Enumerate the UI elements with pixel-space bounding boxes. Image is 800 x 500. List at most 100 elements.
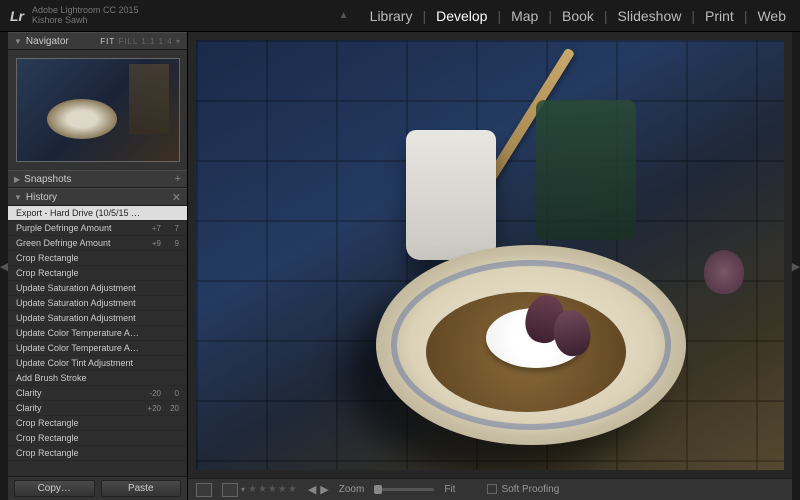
history-step[interactable]: Update Saturation Adjustment — [8, 296, 187, 311]
module-web[interactable]: Web — [753, 8, 790, 24]
module-print[interactable]: Print — [701, 8, 738, 24]
soft-proofing-toggle[interactable]: Soft Proofing — [487, 484, 559, 495]
history-step-name: Purple Defringe Amount — [16, 221, 143, 235]
history-step[interactable]: Purple Defringe Amount+77 — [8, 221, 187, 236]
navigator-header[interactable]: ▼ Navigator FIT FILL 1:1 1:4 ▾ — [8, 32, 187, 50]
history-step-old: +7 — [143, 221, 161, 235]
panel-buttons: Copy… Paste — [8, 476, 187, 500]
add-snapshot-icon[interactable]: + — [175, 173, 181, 185]
history-step[interactable]: Update Color Tint Adjustment — [8, 356, 187, 371]
history-step-new — [161, 311, 179, 325]
navigator-thumbnail[interactable] — [8, 50, 187, 170]
paste-button[interactable]: Paste — [101, 480, 182, 497]
copy-button[interactable]: Copy… — [14, 480, 95, 497]
history-step-old — [143, 431, 161, 445]
history-header[interactable]: ▼ History ✕ — [8, 188, 187, 206]
clear-history-icon[interactable]: ✕ — [172, 191, 181, 204]
history-step-old — [143, 281, 161, 295]
zoom-fit-label: Fit — [444, 484, 455, 495]
next-photo-icon[interactable]: ▶ — [320, 483, 328, 496]
main-area: ◀ ▼ Navigator FIT FILL 1:1 1:4 ▾ ▶ Snaps… — [0, 32, 800, 500]
history-step-name: Update Saturation Adjustment — [16, 296, 143, 310]
snapshots-header[interactable]: ▶ Snapshots + — [8, 170, 187, 188]
history-step-new — [161, 356, 179, 370]
history-step[interactable]: Green Defringe Amount+99 — [8, 236, 187, 251]
before-after-icon[interactable]: ▾ — [222, 483, 238, 497]
history-step-old: +20 — [143, 401, 161, 415]
history-step-new — [161, 431, 179, 445]
history-step[interactable]: Crop Rectangle — [8, 431, 187, 446]
history-step-name: Update Saturation Adjustment — [16, 311, 143, 325]
module-slideshow[interactable]: Slideshow — [614, 8, 686, 24]
history-step-old — [143, 326, 161, 340]
module-library[interactable]: Library — [366, 8, 417, 24]
history-step[interactable]: Clarity+2020 — [8, 401, 187, 416]
loupe-view-icon[interactable] — [196, 483, 212, 497]
right-rail-toggle[interactable]: ▶ — [792, 32, 800, 500]
history-step[interactable]: Crop Rectangle — [8, 266, 187, 281]
navigator-modes[interactable]: FIT FILL 1:1 1:4 ▾ — [100, 37, 181, 46]
history-step-new — [161, 371, 179, 385]
module-separator: | — [548, 8, 552, 24]
history-step-old — [143, 341, 161, 355]
history-step-new — [161, 341, 179, 355]
chevron-down-icon[interactable]: ▾ — [241, 485, 245, 494]
history-step[interactable]: Update Color Temperature Adjustment — [8, 341, 187, 356]
module-separator: | — [422, 8, 426, 24]
checkbox-icon[interactable] — [487, 484, 497, 494]
image-jar — [536, 100, 636, 240]
history-step-name: Crop Rectangle — [16, 416, 143, 430]
module-separator: | — [604, 8, 608, 24]
history-step[interactable]: Crop Rectangle — [8, 251, 187, 266]
history-list: Export - Hard Drive (10/5/15 11:28:4…Pur… — [8, 206, 187, 476]
zoom-slider[interactable] — [374, 488, 434, 491]
history-step[interactable]: Update Saturation Adjustment — [8, 281, 187, 296]
history-step-name: Crop Rectangle — [16, 251, 143, 265]
history-step-name: Crop Rectangle — [16, 446, 143, 460]
module-book[interactable]: Book — [558, 8, 598, 24]
mode-fit[interactable]: FIT — [100, 37, 115, 46]
history-step-new: 20 — [161, 401, 179, 415]
history-step[interactable]: Crop Rectangle — [8, 416, 187, 431]
history-step-name: Update Saturation Adjustment — [16, 281, 143, 295]
history-step-name: Update Color Temperature Adjustment — [16, 341, 143, 355]
history-step-old — [143, 356, 161, 370]
navigator-title: Navigator — [26, 36, 69, 47]
left-rail-toggle[interactable]: ◀ — [0, 32, 8, 500]
app-logo: Lr — [10, 8, 24, 24]
center-panel: ▾ ★★★★★ ◀ ▶ Zoom Fit Soft Proofing — [188, 32, 792, 500]
history-step-old — [143, 311, 161, 325]
chevron-down-icon[interactable]: ▾ — [176, 37, 181, 46]
mode-one[interactable]: 1:1 — [141, 37, 155, 46]
module-develop[interactable]: Develop — [432, 8, 491, 24]
history-step[interactable]: Crop Rectangle — [8, 446, 187, 461]
history-step-old — [143, 206, 161, 220]
collapse-top-icon[interactable]: ▲ — [339, 10, 349, 21]
image-canvas[interactable] — [196, 40, 784, 470]
history-step-old — [143, 446, 161, 460]
app-meta: Adobe Lightroom CC 2015 Kishore Sawh — [32, 6, 139, 26]
mode-ratio[interactable]: 1:4 — [159, 37, 173, 46]
module-switcher: Library|Develop|Map|Book|Slideshow|Print… — [366, 8, 790, 24]
history-step[interactable]: Clarity-200 — [8, 386, 187, 401]
rating-stars[interactable]: ★★★★★ — [248, 484, 298, 495]
image-toolbar: ▾ ★★★★★ ◀ ▶ Zoom Fit Soft Proofing — [188, 478, 792, 500]
image-cup — [406, 130, 496, 260]
history-step[interactable]: Update Color Temperature Adjustment — [8, 326, 187, 341]
module-separator: | — [691, 8, 695, 24]
mode-fill[interactable]: FILL — [118, 37, 138, 46]
history-step[interactable]: Add Brush Stroke — [8, 371, 187, 386]
snapshots-title: Snapshots — [24, 174, 71, 185]
history-step[interactable]: Update Saturation Adjustment — [8, 311, 187, 326]
prev-photo-icon[interactable]: ◀ — [308, 483, 316, 496]
module-map[interactable]: Map — [507, 8, 542, 24]
history-step-new — [161, 326, 179, 340]
history-title: History — [26, 192, 57, 203]
history-step-new — [161, 296, 179, 310]
chevron-down-icon: ▼ — [14, 193, 22, 202]
left-panel: ▼ Navigator FIT FILL 1:1 1:4 ▾ ▶ Snapsho… — [8, 32, 188, 500]
chevron-down-icon: ▼ — [14, 37, 22, 46]
history-step-old — [143, 296, 161, 310]
history-step-old: -20 — [143, 386, 161, 400]
history-step[interactable]: Export - Hard Drive (10/5/15 11:28:4… — [8, 206, 187, 221]
